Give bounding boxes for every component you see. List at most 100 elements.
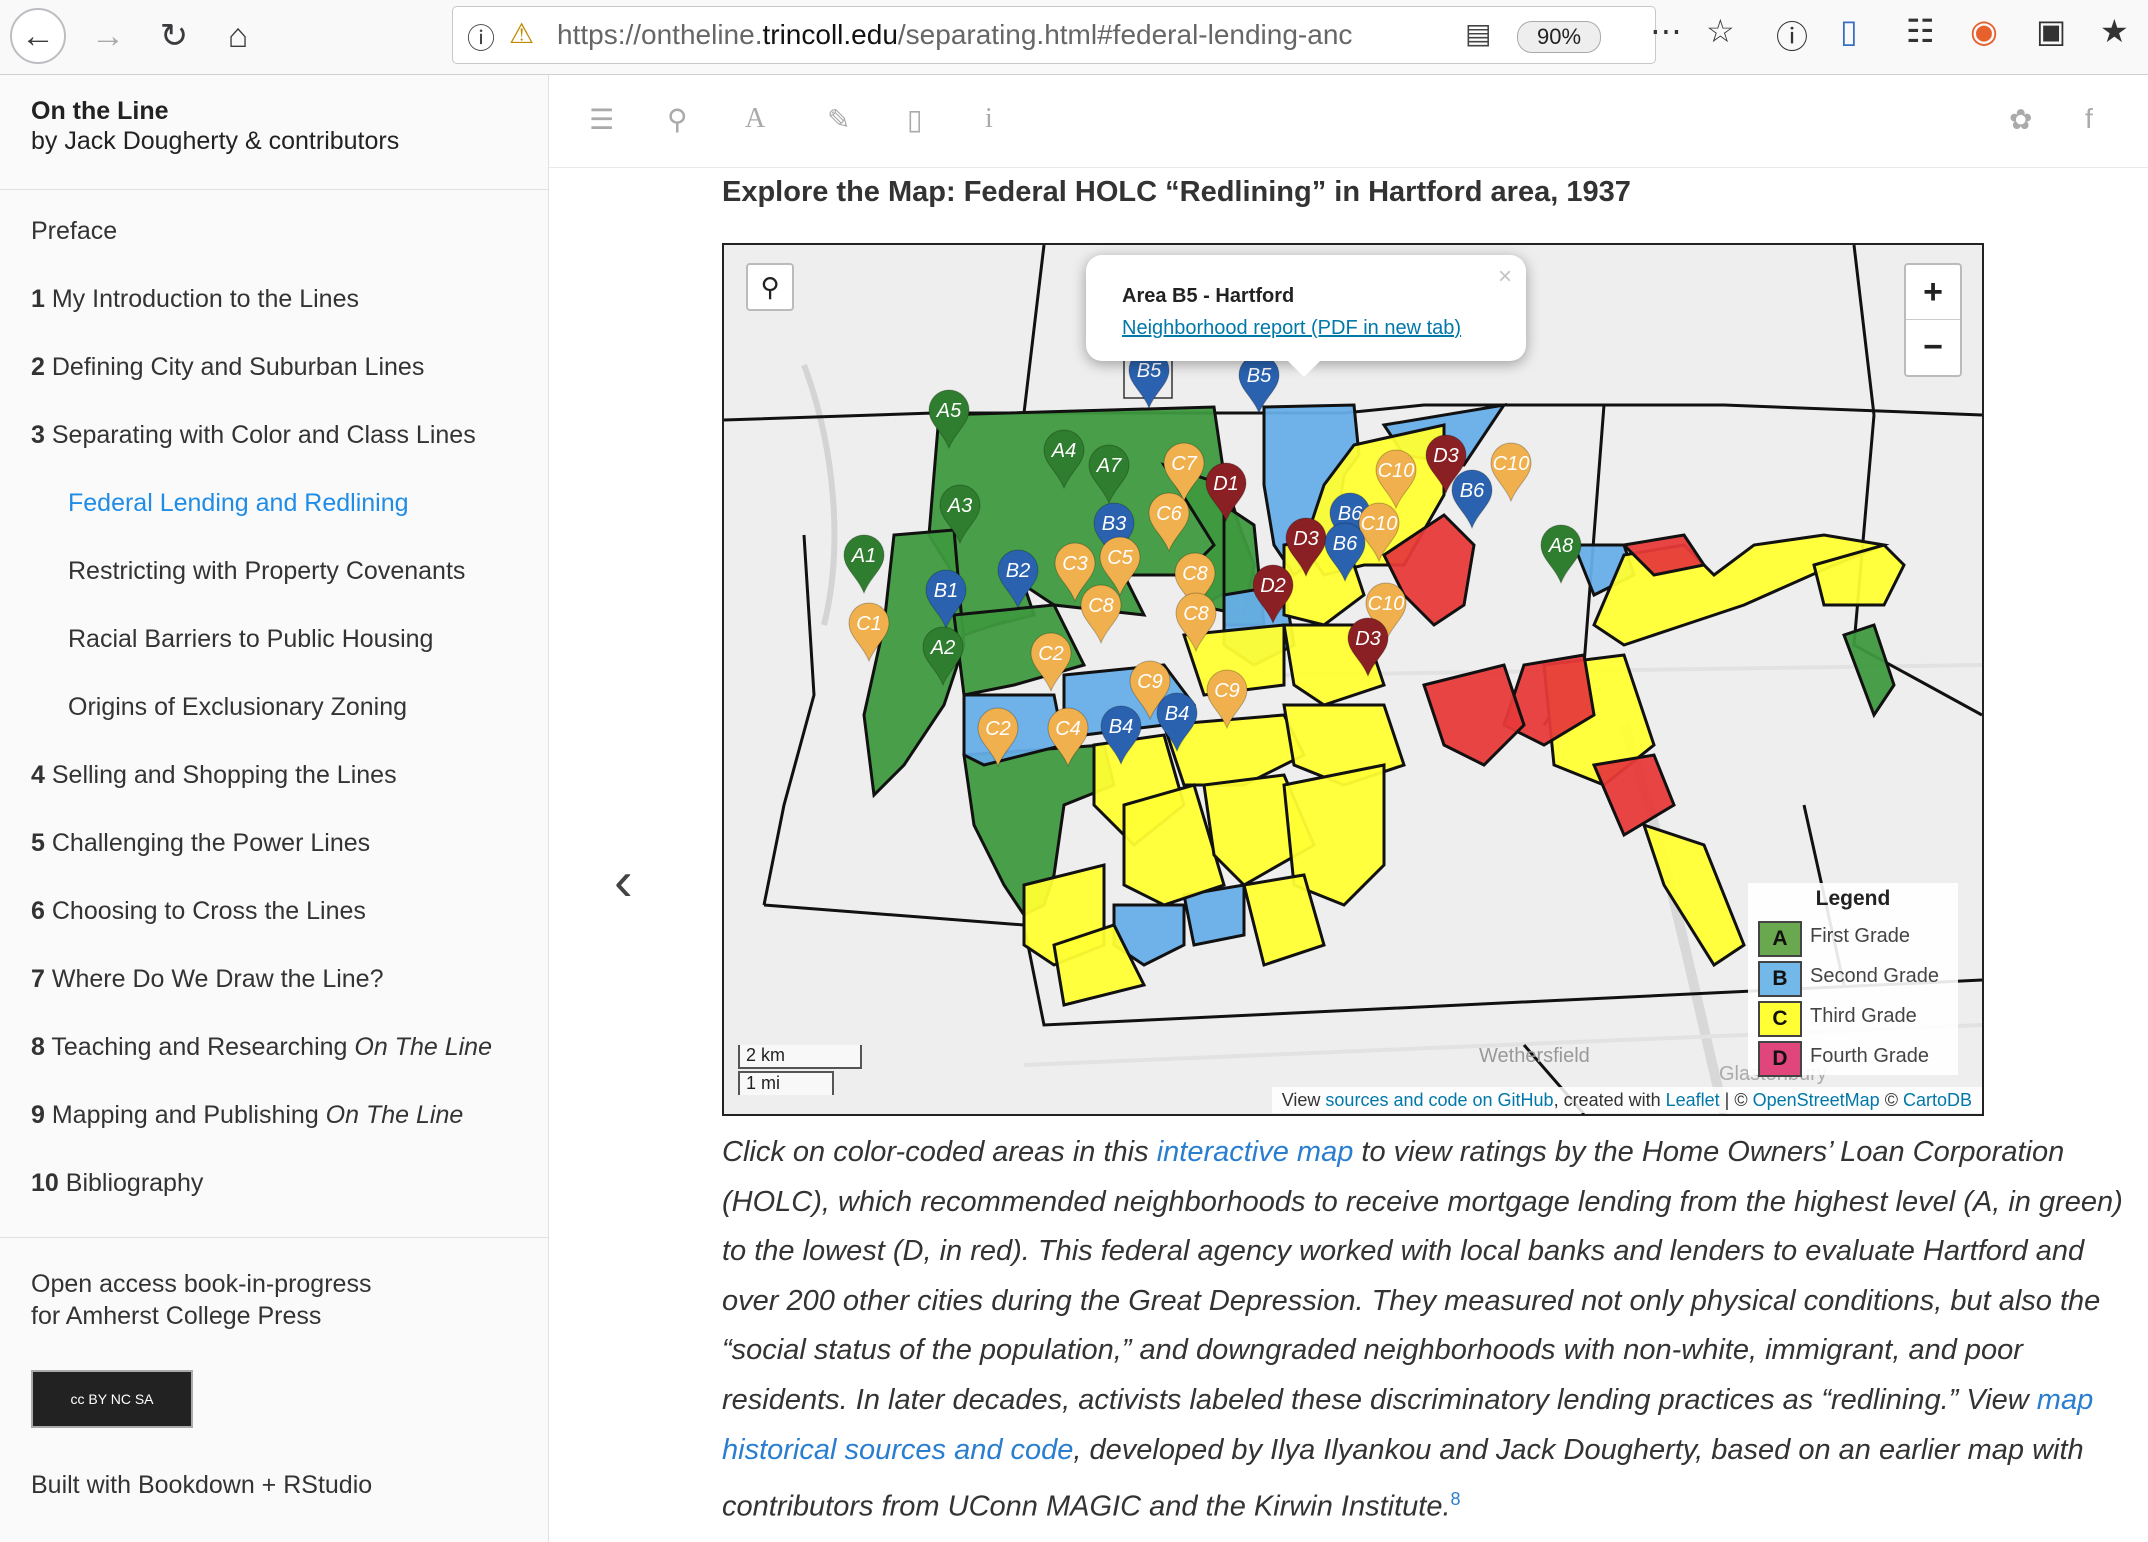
- back-arrow-icon[interactable]: ←: [10, 8, 66, 64]
- insecure-lock-icon[interactable]: ⚠: [509, 17, 534, 50]
- toc-item-italic: On The Line: [325, 1101, 464, 1129]
- toc-item[interactable]: 6 Choosing to Cross the Lines: [31, 897, 366, 926]
- toc-item[interactable]: 3 Separating with Color and Class Lines: [31, 421, 476, 450]
- map-marker-label: C10: [1361, 513, 1398, 535]
- map-marker-label: A1: [851, 545, 876, 567]
- popup-title: Area B5 - Hartford: [1122, 285, 1295, 307]
- built-with-note[interactable]: Built with Bookdown + RStudio: [31, 1471, 372, 1500]
- url-bar[interactable]: ⓘ ⚠ https://ontheline.trincoll.edu/separ…: [452, 6, 1656, 64]
- search-icon[interactable]: ⚲: [667, 103, 688, 136]
- twitter-icon[interactable]: ✿: [2009, 103, 2032, 136]
- toc-item-label: Restricting with Property Covenants: [68, 557, 466, 585]
- bookmark-star-icon[interactable]: ☆: [1706, 12, 1735, 50]
- library-icon[interactable]: ☷: [1906, 12, 1935, 50]
- book-title[interactable]: On the Line: [31, 97, 169, 126]
- interactive-map-link[interactable]: interactive map: [1157, 1136, 1354, 1168]
- interactive-map[interactable]: B5 B5 A5 A4 A7 C7 D1 D3 C10 C10 B6 A3 B3 C6 B6 C10 D3 B6 A…: [722, 243, 1984, 1116]
- toc-item-label: Origins of Exclusionary Zoning: [68, 693, 408, 721]
- map-marker-label: B6: [1333, 533, 1358, 555]
- zoom-out-button[interactable]: −: [1906, 320, 1960, 374]
- toc-item[interactable]: 8 Teaching and Researching On The Line: [31, 1033, 492, 1062]
- previous-page-arrow-icon[interactable]: ‹: [614, 848, 633, 913]
- caption-text: Click on color-coded areas in this: [722, 1136, 1157, 1168]
- map-zoom-control: + −: [1904, 263, 1962, 377]
- url-text[interactable]: https://ontheline.trincoll.edu/separatin…: [557, 19, 1457, 51]
- extension-orange-icon[interactable]: ◉: [1970, 12, 1998, 50]
- search-icon: ⚲: [760, 271, 780, 302]
- map-caption: Click on color-coded areas in this inter…: [722, 1128, 2132, 1532]
- toc-item-number: 5: [31, 829, 45, 857]
- github-sources-link[interactable]: sources and code on GitHub: [1325, 1090, 1553, 1110]
- extension-n-icon[interactable]: ▣: [2036, 12, 2066, 50]
- map-marker-label: D3: [1355, 628, 1381, 650]
- map-marker-label: A8: [1548, 535, 1573, 557]
- map-marker-label: B2: [1006, 560, 1030, 582]
- toc-item-label: Challenging the Power Lines: [51, 829, 371, 857]
- footnote-link[interactable]: 8: [1451, 1489, 1461, 1509]
- toc-item-label: Defining City and Suburban Lines: [51, 353, 425, 381]
- toc-item[interactable]: 7 Where Do We Draw the Line?: [31, 965, 384, 994]
- legend-swatch: A: [1758, 921, 1802, 957]
- toc-item-number: 10: [31, 1169, 59, 1197]
- legend-label: Fourth Grade: [1810, 1045, 1929, 1067]
- toc-item[interactable]: Preface: [31, 217, 117, 246]
- toc-item[interactable]: 1 My Introduction to the Lines: [31, 285, 359, 314]
- open-access-note: Open access book-in-progress: [31, 1270, 372, 1298]
- place-label-wethersfield: Wethersfield: [1479, 1045, 1590, 1067]
- legend-swatch: B: [1758, 961, 1802, 997]
- creative-commons-badge[interactable]: cc BY NC SA: [31, 1370, 193, 1428]
- reader-view-icon[interactable]: ▤: [1465, 17, 1491, 50]
- extension-star-icon[interactable]: ★: [2100, 12, 2129, 50]
- map-marker-label: C10: [1378, 460, 1415, 482]
- legend-swatch: D: [1758, 1041, 1802, 1077]
- neighborhood-report-link[interactable]: Neighborhood report (PDF in new tab): [1122, 317, 1461, 340]
- toc-item[interactable]: Origins of Exclusionary Zoning: [68, 693, 407, 722]
- map-marker-label: B3: [1102, 513, 1126, 535]
- font-settings-icon[interactable]: A: [745, 103, 765, 135]
- popup-close-icon[interactable]: ×: [1498, 263, 1512, 291]
- toc-item-number: 7: [31, 965, 45, 993]
- openstreetmap-link[interactable]: OpenStreetMap: [1753, 1090, 1880, 1110]
- sidebar-divider: [0, 1237, 548, 1238]
- map-marker-label: D3: [1293, 528, 1319, 550]
- page-actions-icon[interactable]: ⋯: [1650, 12, 1682, 50]
- extension-info-icon[interactable]: ⓘ: [1776, 12, 1808, 58]
- map-marker-label: C8: [1088, 595, 1114, 617]
- map-scale-bar: 2 km 1 mi: [738, 1045, 866, 1103]
- toc-item-label: Selling and Shopping the Lines: [51, 761, 397, 789]
- toc-item[interactable]: 2 Defining City and Suburban Lines: [31, 353, 424, 382]
- toc-item-label: Racial Barriers to Public Housing: [68, 625, 434, 653]
- home-icon[interactable]: ⌂: [210, 8, 266, 64]
- leaflet-link[interactable]: Leaflet: [1666, 1090, 1720, 1110]
- toc-item[interactable]: Federal Lending and Redlining: [68, 489, 409, 518]
- zoom-in-button[interactable]: +: [1906, 265, 1960, 320]
- info-icon[interactable]: ⓘ: [467, 17, 495, 57]
- map-marker-label: C1: [856, 613, 882, 635]
- zoom-level-button[interactable]: 90%: [1517, 21, 1601, 53]
- map-marker-label: C2: [985, 718, 1011, 740]
- cartodb-link[interactable]: CartoDB: [1903, 1090, 1972, 1110]
- toc-item[interactable]: 5 Challenging the Power Lines: [31, 829, 370, 858]
- toc-item[interactable]: Restricting with Property Covenants: [68, 557, 465, 586]
- info-icon[interactable]: i: [985, 103, 993, 135]
- map-search-button[interactable]: ⚲: [746, 263, 794, 311]
- map-marker-label: C3: [1062, 553, 1088, 575]
- forward-arrow-icon[interactable]: →: [80, 8, 136, 64]
- attribution-text: , created with: [1553, 1090, 1666, 1110]
- toc-item[interactable]: Racial Barriers to Public Housing: [68, 625, 433, 654]
- legend-title: Legend: [1815, 887, 1891, 910]
- extension-book-icon[interactable]: ▯: [1840, 12, 1858, 50]
- edit-icon[interactable]: ✎: [827, 103, 850, 136]
- map-popup: Area B5 - Hartford Neighborhood report (…: [1086, 255, 1526, 377]
- reload-icon[interactable]: ↻: [146, 8, 202, 64]
- toc-toggle-icon[interactable]: ☰: [589, 103, 614, 136]
- toc-item[interactable]: 4 Selling and Shopping the Lines: [31, 761, 397, 790]
- toc-item-label: Teaching and Researching: [51, 1033, 355, 1061]
- pdf-download-icon[interactable]: ▯: [907, 103, 922, 136]
- toc-item[interactable]: 10 Bibliography: [31, 1169, 203, 1198]
- toc-item-number: 4: [31, 761, 45, 789]
- toc-item[interactable]: 9 Mapping and Publishing On The Line: [31, 1101, 463, 1130]
- scale-km-label: 2 km: [738, 1045, 862, 1069]
- facebook-icon[interactable]: f: [2085, 103, 2093, 135]
- content-toolbar: ☰ ⚲ A ✎ ▯ i ✿ f: [549, 75, 2148, 168]
